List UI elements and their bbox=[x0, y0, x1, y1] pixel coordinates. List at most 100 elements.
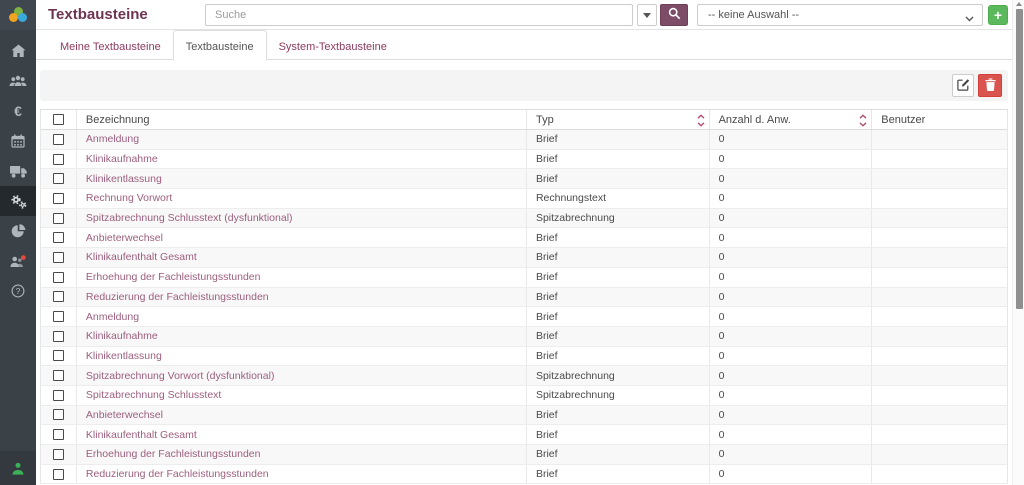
table-row[interactable]: AnbieterwechselBrief0 bbox=[41, 228, 1007, 248]
table-row[interactable]: Rechnung VorwortRechnungstext0 bbox=[41, 189, 1007, 209]
row-link-bezeichnung[interactable]: Erhoehung der Fachleistungsstunden bbox=[86, 271, 261, 283]
row-link-bezeichnung[interactable]: Klinikaufenthalt Gesamt bbox=[86, 251, 197, 263]
sidebar-item-statistics[interactable] bbox=[0, 216, 36, 246]
row-checkbox[interactable] bbox=[53, 449, 64, 460]
table-row[interactable]: KlinikaufnahmeBrief0 bbox=[41, 327, 1007, 347]
sort-icon[interactable] bbox=[859, 114, 867, 130]
row-checkbox[interactable] bbox=[53, 469, 64, 480]
delete-button[interactable] bbox=[978, 74, 1002, 97]
edit-button[interactable] bbox=[952, 74, 974, 97]
row-link-bezeichnung[interactable]: Spitzabrechnung Vorwort (dysfunktional) bbox=[86, 370, 275, 382]
row-checkbox[interactable] bbox=[53, 213, 64, 224]
row-benutzer-cell bbox=[872, 248, 1007, 267]
app-logo[interactable] bbox=[0, 0, 36, 30]
sort-icon[interactable] bbox=[697, 114, 705, 130]
row-checkbox-cell bbox=[41, 386, 77, 405]
sidebar-item-finance[interactable]: € bbox=[0, 96, 36, 126]
search-input[interactable] bbox=[205, 4, 633, 26]
row-checkbox[interactable] bbox=[53, 272, 64, 283]
row-checkbox[interactable] bbox=[53, 350, 64, 361]
row-typ-cell: Brief bbox=[527, 130, 710, 149]
column-header-anzahl[interactable]: Anzahl d. Anw. bbox=[710, 110, 873, 129]
table-row[interactable]: Spitzabrechnung Vorwort (dysfunktional)S… bbox=[41, 366, 1007, 386]
table-row[interactable]: AnbieterwechselBrief0 bbox=[41, 406, 1007, 426]
table-row[interactable]: Erhoehung der FachleistungsstundenBrief0 bbox=[41, 268, 1007, 288]
sidebar-item-contacts[interactable] bbox=[0, 66, 36, 96]
table-row[interactable]: Spitzabrechnung SchlusstextSpitzabrechnu… bbox=[41, 386, 1007, 406]
row-link-bezeichnung[interactable]: Erhoehung der Fachleistungsstunden bbox=[86, 448, 261, 460]
row-link-bezeichnung[interactable]: Spitzabrechnung Schlusstext bbox=[86, 389, 221, 401]
row-checkbox-cell bbox=[41, 248, 77, 267]
row-link-bezeichnung[interactable]: Reduzierung der Fachleistungsstunden bbox=[86, 468, 269, 480]
table-row[interactable]: Klinikaufenthalt GesamtBrief0 bbox=[41, 248, 1007, 268]
row-bezeichnung-cell: Klinikaufenthalt Gesamt bbox=[77, 425, 527, 444]
row-anzahl-cell: 0 bbox=[710, 169, 873, 188]
row-anzahl-cell: 0 bbox=[710, 130, 873, 149]
column-header-typ[interactable]: Typ bbox=[527, 110, 710, 129]
row-checkbox[interactable] bbox=[53, 311, 64, 322]
row-link-bezeichnung[interactable]: Reduzierung der Fachleistungsstunden bbox=[86, 291, 269, 303]
sidebar-item-calendar[interactable] bbox=[0, 126, 36, 156]
add-button[interactable]: + bbox=[988, 5, 1008, 25]
sidebar-item-profile[interactable] bbox=[0, 451, 36, 485]
row-benutzer-cell bbox=[872, 189, 1007, 208]
row-anzahl-cell: 0 bbox=[710, 228, 873, 247]
row-checkbox[interactable] bbox=[53, 134, 64, 145]
tab-system-textbausteine[interactable]: System-Textbausteine bbox=[267, 31, 399, 61]
sidebar-item-user-alerts[interactable] bbox=[0, 246, 36, 276]
table-row[interactable]: KlinikentlassungBrief0 bbox=[41, 347, 1007, 367]
row-checkbox[interactable] bbox=[53, 409, 64, 420]
sidebar-item-help[interactable]: ? bbox=[0, 276, 36, 306]
table-row[interactable]: Reduzierung der FachleistungsstundenBrie… bbox=[41, 288, 1007, 308]
search-options-button[interactable] bbox=[637, 4, 657, 26]
tab-meine-textbausteine[interactable]: Meine Textbausteine bbox=[48, 31, 173, 61]
table-row[interactable]: KlinikaufnahmeBrief0 bbox=[41, 150, 1007, 170]
row-checkbox[interactable] bbox=[53, 193, 64, 204]
row-link-bezeichnung[interactable]: Anmeldung bbox=[86, 311, 139, 323]
row-link-bezeichnung[interactable]: Rechnung Vorwort bbox=[86, 192, 172, 204]
row-checkbox[interactable] bbox=[53, 429, 64, 440]
vertical-scrollbar[interactable] bbox=[1012, 0, 1024, 485]
row-checkbox[interactable] bbox=[53, 232, 64, 243]
row-link-bezeichnung[interactable]: Klinikentlassung bbox=[86, 350, 162, 362]
row-link-bezeichnung[interactable]: Spitzabrechnung Schlusstext (dysfunktion… bbox=[86, 212, 293, 224]
sidebar-item-settings[interactable] bbox=[0, 186, 36, 216]
row-checkbox[interactable] bbox=[53, 370, 64, 381]
row-checkbox[interactable] bbox=[53, 154, 64, 165]
column-header-bezeichnung[interactable]: Bezeichnung bbox=[77, 110, 527, 129]
row-typ-cell: Brief bbox=[527, 406, 710, 425]
row-typ-cell: Brief bbox=[527, 307, 710, 326]
table-row[interactable]: Erhoehung der FachleistungsstundenBrief0 bbox=[41, 445, 1007, 465]
table-row[interactable]: Reduzierung der FachleistungsstundenBrie… bbox=[41, 465, 1007, 485]
row-checkbox-cell bbox=[41, 209, 77, 228]
row-checkbox[interactable] bbox=[53, 252, 64, 263]
scroll-up-arrow-icon[interactable] bbox=[1016, 2, 1022, 6]
sidebar-item-transport[interactable] bbox=[0, 156, 36, 186]
tab-textbausteine[interactable]: Textbausteine bbox=[173, 30, 267, 61]
sidebar-item-home[interactable] bbox=[0, 36, 36, 66]
row-link-bezeichnung[interactable]: Anbieterwechsel bbox=[86, 232, 163, 244]
row-checkbox[interactable] bbox=[53, 173, 64, 184]
select-all-checkbox[interactable] bbox=[53, 114, 64, 125]
row-link-bezeichnung[interactable]: Anmeldung bbox=[86, 133, 139, 145]
filter-select[interactable]: -- keine Auswahl -- bbox=[697, 4, 983, 26]
row-checkbox[interactable] bbox=[53, 390, 64, 401]
row-link-bezeichnung[interactable]: Klinikentlassung bbox=[86, 173, 162, 185]
row-checkbox[interactable] bbox=[53, 331, 64, 342]
scrollbar-thumb[interactable] bbox=[1016, 9, 1023, 309]
table-row[interactable]: AnmeldungBrief0 bbox=[41, 307, 1007, 327]
row-anzahl-cell: 0 bbox=[710, 268, 873, 287]
row-link-bezeichnung[interactable]: Klinikaufnahme bbox=[86, 330, 158, 342]
column-header-benutzer[interactable]: Benutzer bbox=[872, 110, 1007, 129]
table-row[interactable]: Spitzabrechnung Schlusstext (dysfunktion… bbox=[41, 209, 1007, 229]
row-benutzer-cell bbox=[872, 347, 1007, 366]
table-row[interactable]: KlinikentlassungBrief0 bbox=[41, 169, 1007, 189]
row-checkbox[interactable] bbox=[53, 291, 64, 302]
row-link-bezeichnung[interactable]: Klinikaufenthalt Gesamt bbox=[86, 429, 197, 441]
table-row[interactable]: Klinikaufenthalt GesamtBrief0 bbox=[41, 425, 1007, 445]
row-link-bezeichnung[interactable]: Anbieterwechsel bbox=[86, 409, 163, 421]
row-link-bezeichnung[interactable]: Klinikaufnahme bbox=[86, 153, 158, 165]
table-row[interactable]: Anmeldung Brief0 bbox=[41, 130, 1007, 150]
search-button[interactable] bbox=[660, 4, 688, 26]
row-checkbox-cell bbox=[41, 327, 77, 346]
